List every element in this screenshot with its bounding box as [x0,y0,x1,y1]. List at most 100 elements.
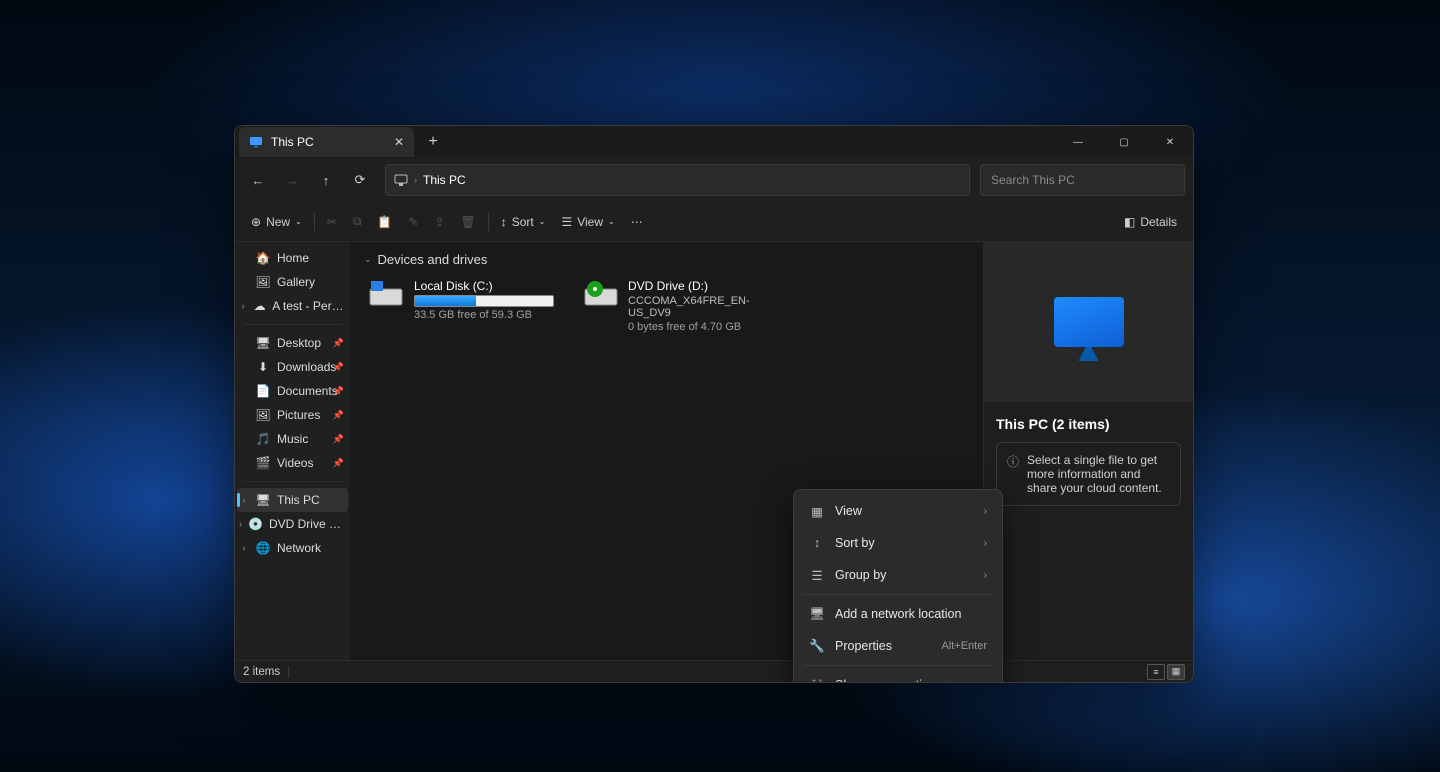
body: 🏠Home 🖼Gallery ›☁A test - Personal 🖥Desk… [235,242,1193,660]
copy-button[interactable]: ⧉ [345,207,370,237]
dvd-drive-icon [584,279,618,307]
grid-icon: ▦ [809,504,825,519]
separator [243,481,342,482]
chevron-right-icon: › [984,506,987,517]
wrench-icon: 🔧 [809,639,825,654]
documents-icon: 📄 [255,384,271,398]
nav-videos[interactable]: 🎬Videos📌 [237,451,348,475]
ctx-add-network-location[interactable]: 🖥Add a network location [799,598,997,630]
nav-downloads[interactable]: ⬇Downloads📌 [237,355,348,379]
status-item-count: 2 items [243,666,280,678]
plus-circle-icon: ⊕ [251,215,261,229]
tab-close-icon[interactable]: ✕ [394,135,404,149]
rename-button[interactable]: ✎ [400,207,426,237]
chevron-right-icon[interactable]: › [239,543,249,553]
refresh-button[interactable]: ⟳ [345,165,375,195]
details-title: This PC (2 items) [984,402,1122,442]
minimize-button[interactable]: — [1055,126,1101,158]
view-tiles-button[interactable]: ▦ [1167,664,1185,680]
nav-documents[interactable]: 📄Documents📌 [237,379,348,403]
nav-home[interactable]: 🏠Home [237,246,348,270]
back-button[interactable]: ← [243,165,273,195]
chevron-right-icon: › [414,175,417,185]
group-icon: ☰ [809,568,825,583]
separator [243,324,342,325]
music-icon: 🎵 [255,432,271,446]
drive-info: Local Disk (C:) 33.5 GB free of 59.3 GB [414,279,554,333]
paste-icon: 📋 [377,215,392,229]
view-button[interactable]: ☰ View ⌄ [553,207,622,237]
tab-this-pc[interactable]: This PC ✕ [239,127,414,157]
content-area[interactable]: ⌄ Devices and drives Local Disk (C:) 33.… [350,242,983,660]
new-tab-button[interactable]: + [418,133,448,151]
chevron-right-icon[interactable]: › [239,519,242,529]
ctx-view[interactable]: ▦View› [799,495,997,527]
nav-desktop[interactable]: 🖥Desktop📌 [237,331,348,355]
details-hint: ⓘ Select a single file to get more infor… [996,442,1181,506]
pin-icon: 📌 [333,362,344,373]
ctx-properties[interactable]: 🔧PropertiesAlt+Enter [799,630,997,662]
nav-pictures[interactable]: 🖼Pictures📌 [237,403,348,427]
chevron-right-icon: › [984,570,987,581]
nav-this-pc[interactable]: ›🖥This PC [237,488,348,512]
paste-button[interactable]: 📋 [369,207,400,237]
separator [314,213,315,231]
this-pc-icon: 🖥 [255,493,271,507]
breadcrumb-this-pc[interactable]: This PC [423,173,466,187]
details-pane-button[interactable]: ◧ Details [1116,207,1185,237]
drive-local-disk-c[interactable]: Local Disk (C:) 33.5 GB free of 59.3 GB [364,275,564,337]
chevron-down-icon: ⌄ [608,217,615,226]
nav-gallery[interactable]: 🖼Gallery [237,270,348,294]
this-pc-icon [249,136,263,148]
chevron-right-icon[interactable]: › [239,301,247,311]
maximize-button[interactable]: ▢ [1101,126,1147,158]
address-bar[interactable]: › This PC [385,164,970,196]
cloud-icon: ☁ [253,299,266,313]
ellipsis-icon: ⋯ [631,215,643,229]
home-icon: 🏠 [255,251,271,265]
search-box[interactable] [980,164,1185,196]
nav-music[interactable]: 🎵Music📌 [237,427,348,451]
forward-button[interactable]: → [277,165,307,195]
sort-icon: ↕ [501,215,507,229]
sort-button[interactable]: ↕ Sort ⌄ [493,207,554,237]
drive-free-text: 33.5 GB free of 59.3 GB [414,309,554,321]
separator [803,594,993,595]
navigation-pane: 🏠Home 🖼Gallery ›☁A test - Personal 🖥Desk… [235,242,350,660]
search-input[interactable] [981,173,1184,187]
context-menu: ▦View› ↕Sort by› ☰Group by› 🖥Add a netwo… [793,489,1003,683]
up-button[interactable]: ↑ [311,165,341,195]
chevron-right-icon: › [984,538,987,549]
copy-icon: ⧉ [353,214,362,229]
close-window-button[interactable]: ✕ [1147,126,1193,158]
view-switcher: ≡ ▦ [1147,664,1185,680]
view-list-button[interactable]: ≡ [1147,664,1165,680]
new-button[interactable]: ⊕ New ⌄ [243,207,310,237]
toolbar: ⊕ New ⌄ ✂ ⧉ 📋 ✎ ⇪ 🗑 ↕ Sort ⌄ ☰ View ⌄ ⋯ … [235,202,1193,242]
separator [288,666,289,678]
more-button[interactable]: ⋯ [623,207,651,237]
nav-onedrive[interactable]: ›☁A test - Personal [237,294,348,318]
monitor-icon: 🖥 [809,607,825,622]
ctx-group-by[interactable]: ☰Group by› [799,559,997,591]
videos-icon: 🎬 [255,456,271,470]
ctx-sort-by[interactable]: ↕Sort by› [799,527,997,559]
pin-icon: 📌 [333,386,344,397]
pin-icon: 📌 [333,338,344,349]
separator [803,665,993,666]
file-explorer-window: This PC ✕ + — ▢ ✕ ← → ↑ ⟳ › This PC ⊕ Ne… [234,125,1194,683]
chevron-right-icon[interactable]: › [239,495,249,505]
expand-icon: ⛶ [809,678,825,684]
status-bar: 2 items ≡ ▦ [235,660,1193,682]
group-header-devices[interactable]: ⌄ Devices and drives [364,252,969,267]
nav-network[interactable]: ›🌐Network [237,536,348,560]
gallery-icon: 🖼 [255,275,271,289]
share-button[interactable]: ⇪ [426,207,452,237]
this-pc-breadcrumb-icon [394,174,408,186]
drive-free-text: 0 bytes free of 4.70 GB [628,321,776,333]
drive-dvd-d[interactable]: DVD Drive (D:) CCCOMA_X64FRE_EN-US_DV9 0… [580,275,780,337]
delete-button[interactable]: 🗑 [453,207,484,237]
nav-dvd-drive[interactable]: ›💿DVD Drive (D:) CCCOMA_X64FRE_EN-US_DV9 [237,512,348,536]
cut-button[interactable]: ✂ [319,207,345,237]
ctx-show-more-options[interactable]: ⛶Show more options [799,669,997,683]
